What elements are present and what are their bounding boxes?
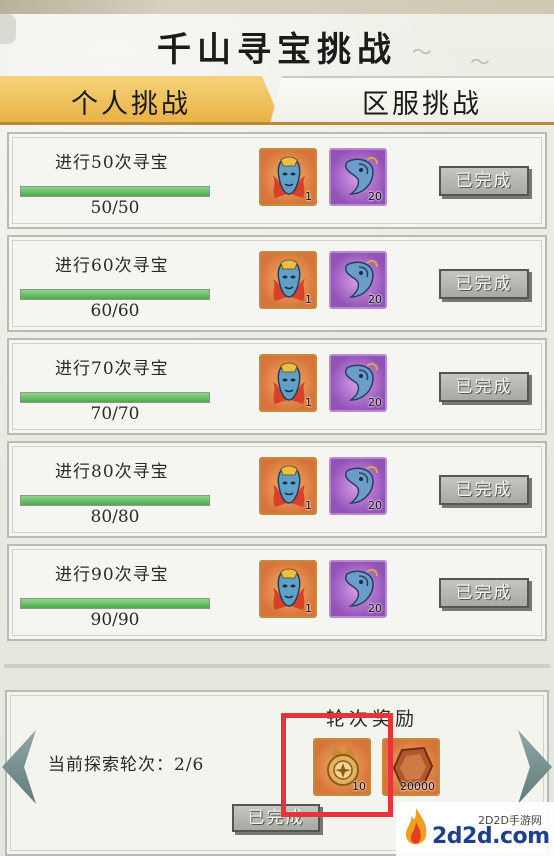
reward-item-mask[interactable]: 1 [259,251,317,309]
progress-fill [21,496,209,505]
reward-count: 20000 [400,780,435,793]
challenge-title: 进行80次寻宝 [55,462,169,482]
reward-item-spirit[interactable]: 20 [329,251,387,309]
progress-fill [21,290,209,299]
reward-count: 20 [368,396,382,409]
reward-item-mask[interactable]: 1 [259,354,317,412]
highlight-annotation-box [281,713,393,817]
reward-item-spirit[interactable]: 20 [329,354,387,412]
challenge-row: 进行60次寻宝 60/60 1 20 已完成 [7,235,547,332]
progress-text: 50/50 [90,198,140,218]
progress-text: 90/90 [90,610,140,630]
challenge-row: 进行70次寻宝 70/70 1 20 已完成 [7,338,547,435]
completed-button[interactable]: 已完成 [439,372,529,402]
challenge-row: 进行50次寻宝 50/50 1 20 已完成 [7,132,547,229]
progress-bar [20,392,210,403]
completed-button[interactable]: 已完成 [439,578,529,608]
reward-count: 20 [368,190,382,203]
reward-item-mask[interactable]: 1 [259,148,317,206]
tab-divider [0,122,554,125]
progress-bar [20,598,210,609]
challenge-title: 进行90次寻宝 [55,565,169,585]
reward-count: 1 [305,499,312,512]
page-title: 千山寻宝挑战 [157,30,397,70]
progress-bar [20,186,210,197]
reward-item-mask[interactable]: 1 [259,560,317,618]
reward-count: 20 [368,602,382,615]
challenge-title: 进行70次寻宝 [55,359,169,379]
progress-fill [21,187,209,196]
challenge-list: 进行50次寻宝 50/50 1 20 已完成 进行60次寻宝 60/60 1 2… [4,132,550,647]
reward-item-spirit[interactable]: 20 [329,560,387,618]
progress-fill [21,599,209,608]
reward-count: 1 [305,396,312,409]
progress-fill [21,393,209,402]
challenge-title: 进行60次寻宝 [55,256,169,276]
reward-count: 1 [305,602,312,615]
reward-item-mask[interactable]: 1 [259,457,317,515]
tab-server-label[interactable]: 区服挑战 [290,82,554,121]
completed-button[interactable]: 已完成 [439,269,529,299]
challenge-row: 进行80次寻宝 80/80 1 20 已完成 [7,441,547,538]
section-divider [4,664,550,668]
progress-text: 70/70 [90,404,140,424]
completed-button[interactable]: 已完成 [439,166,529,196]
reward-item-spirit[interactable]: 20 [329,148,387,206]
top-decor-strip [0,0,554,14]
tab-personal-label[interactable]: 个人挑战 [0,82,262,121]
progress-bar [20,495,210,506]
reward-count: 1 [305,293,312,306]
reward-count: 20 [368,499,382,512]
challenge-row: 进行90次寻宝 90/90 1 20 已完成 [7,544,547,641]
current-round-text: 当前探索轮次：2/6 [48,755,205,775]
flame-logo-icon [405,808,427,845]
progress-text: 60/60 [90,301,140,321]
reward-count: 20 [368,293,382,306]
challenge-title: 进行50次寻宝 [55,153,169,173]
reward-item-spirit[interactable]: 20 [329,457,387,515]
watermark-domain: 2d2d.com [432,824,550,849]
reward-count: 1 [305,190,312,203]
game-screen: 〜 〜 千山寻宝挑战 个人挑战 区服挑战 进行50次寻宝 50/50 1 20 … [0,0,554,856]
completed-button[interactable]: 已完成 [439,475,529,505]
progress-bar [20,289,210,300]
progress-text: 80/80 [90,507,140,527]
